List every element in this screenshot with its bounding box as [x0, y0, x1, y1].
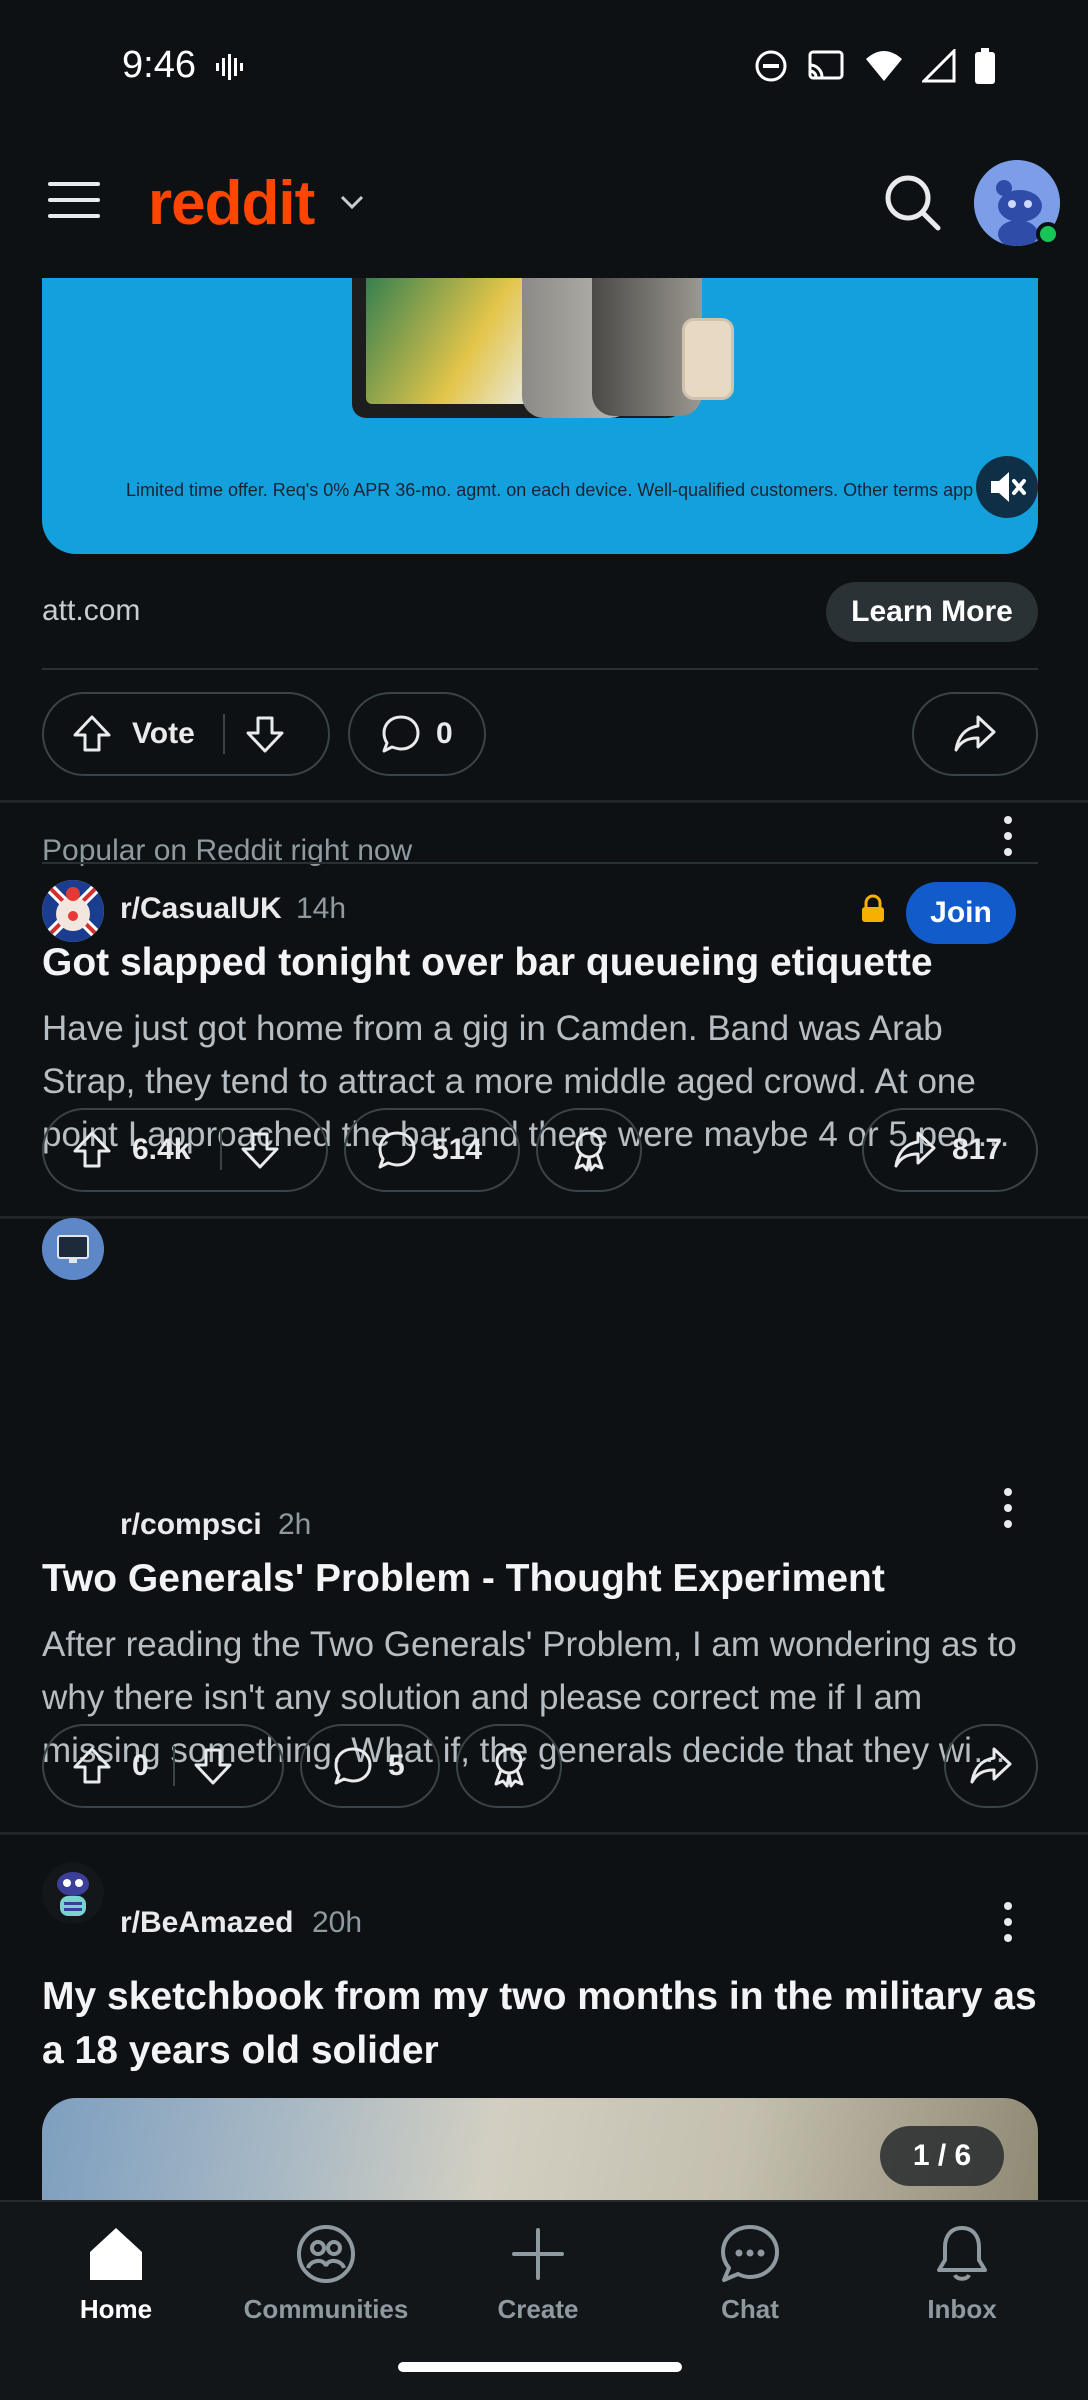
beamazed-robot-icon: [42, 1862, 104, 1924]
comment-icon: [378, 1131, 416, 1169]
post-age: 14h: [296, 892, 347, 925]
subreddit-name[interactable]: r/CasualUK: [120, 892, 282, 926]
comment-count: 514: [432, 1133, 483, 1166]
chevron-down-icon[interactable]: [338, 188, 366, 216]
ad-disclaimer: Limited time offer. Req's 0% APR 36-mo. …: [126, 480, 974, 500]
share-icon: [970, 1747, 1012, 1784]
reddit-logo[interactable]: reddit: [148, 168, 315, 239]
communities-icon: [297, 2225, 355, 2283]
subreddit-name[interactable]: r/compsci: [120, 1508, 262, 1542]
nav-label: Inbox: [927, 2294, 997, 2324]
post-gallery-image[interactable]: 1 / 6: [42, 2098, 1038, 2200]
nav-label: Create: [497, 2294, 579, 2324]
learn-more-button[interactable]: Learn More: [826, 582, 1038, 642]
chat-icon: [721, 2225, 779, 2282]
plus-icon: [512, 2228, 564, 2280]
post-title[interactable]: Got slapped tonight over bar queueing et…: [42, 936, 1042, 990]
comments-button[interactable]: 0: [348, 692, 486, 776]
menu-icon[interactable]: [48, 180, 100, 220]
upvote-icon[interactable]: [70, 1744, 114, 1788]
do-not-disturb-icon: [755, 50, 787, 82]
nav-create[interactable]: Create: [438, 2222, 638, 2325]
nav-communities[interactable]: Communities: [226, 2222, 426, 2325]
nav-inbox[interactable]: Inbox: [862, 2222, 1062, 2325]
compsci-monitor-icon: [42, 1218, 104, 1280]
vote-label: Vote: [132, 717, 195, 750]
vote-count: 0: [132, 1749, 149, 1782]
divider: [42, 668, 1038, 670]
subreddit-name[interactable]: r/BeAmazed: [120, 1906, 293, 1940]
more-options-icon[interactable]: [998, 814, 1018, 858]
award-button[interactable]: [456, 1724, 562, 1808]
wifi-icon: [866, 51, 902, 81]
post-age: 20h: [312, 1906, 363, 1939]
nav-label: Home: [79, 2294, 153, 2324]
nav-home[interactable]: Home: [16, 2222, 216, 2325]
upvote-icon[interactable]: [70, 712, 114, 756]
comment-icon: [334, 1747, 372, 1785]
comment-count: 0: [436, 717, 453, 750]
battery-icon: [975, 48, 995, 84]
post-age: 2h: [278, 1508, 312, 1541]
join-button[interactable]: Join: [906, 882, 1016, 944]
cell-signal-icon: [922, 49, 956, 83]
vote-pill: 6.4k: [42, 1108, 328, 1192]
status-bar: 9:46: [0, 0, 1088, 130]
nav-label: Communities: [243, 2294, 409, 2324]
more-options-icon[interactable]: [998, 1486, 1018, 1530]
ad-banner[interactable]: Limited time offer. Req's 0% APR 36-mo. …: [42, 278, 1038, 554]
more-options-icon[interactable]: [998, 1900, 1018, 1944]
post-title[interactable]: Two Generals' Problem - Thought Experime…: [42, 1552, 1042, 1606]
post-divider: [0, 1832, 1088, 1835]
comment-count: 5: [388, 1749, 405, 1782]
vote-separator: [222, 714, 225, 754]
award-button[interactable]: [536, 1108, 642, 1192]
voicemail-waveform-icon: [216, 54, 243, 80]
ad-watch-image: [682, 318, 734, 400]
search-icon[interactable]: [880, 170, 944, 234]
subreddit-avatar[interactable]: [42, 880, 104, 942]
share-button[interactable]: [912, 692, 1038, 776]
vote-pill: Vote: [42, 692, 330, 776]
cast-icon: [808, 50, 844, 80]
award-icon: [574, 1131, 604, 1172]
share-button[interactable]: [944, 1724, 1038, 1808]
downvote-icon[interactable]: [243, 712, 287, 756]
comment-icon: [382, 715, 420, 753]
mute-button[interactable]: [976, 456, 1038, 518]
downvote-icon[interactable]: [191, 1744, 235, 1788]
comments-button[interactable]: 514: [344, 1108, 520, 1192]
status-time: 9:46: [122, 44, 196, 86]
subreddit-avatar[interactable]: [42, 1218, 104, 1280]
vote-separator: [172, 1746, 175, 1786]
system-home-indicator[interactable]: [398, 2362, 682, 2372]
vote-count: 6.4k: [132, 1133, 191, 1166]
gallery-count-badge: 1 / 6: [880, 2126, 1004, 2186]
subreddit-avatar[interactable]: [42, 1862, 104, 1924]
nav-chat[interactable]: Chat: [650, 2222, 850, 2325]
casualuk-clown-icon: [42, 880, 104, 942]
post-divider: [0, 800, 1088, 803]
divider: [42, 862, 1038, 864]
app-header: reddit: [0, 130, 1088, 278]
share-icon: [894, 1131, 936, 1168]
vote-pill: 0: [42, 1724, 284, 1808]
home-icon: [90, 2228, 142, 2280]
lock-icon: [862, 894, 884, 922]
vote-separator: [220, 1130, 223, 1170]
post-divider: [0, 1216, 1088, 1219]
award-icon: [494, 1747, 524, 1788]
upvote-icon[interactable]: [70, 1128, 114, 1172]
online-status-dot: [1036, 222, 1060, 246]
downvote-icon[interactable]: [238, 1128, 282, 1172]
bell-icon: [937, 2226, 987, 2281]
share-button[interactable]: 817: [862, 1108, 1038, 1192]
ad-source-domain[interactable]: att.com: [42, 594, 140, 628]
speaker-muted-icon: [991, 472, 1026, 502]
post-title[interactable]: My sketchbook from my two months in the …: [42, 1970, 1042, 2078]
comments-button[interactable]: 5: [300, 1724, 440, 1808]
share-count: 817: [952, 1133, 1003, 1166]
share-icon: [954, 715, 996, 752]
nav-label: Chat: [721, 2294, 779, 2324]
